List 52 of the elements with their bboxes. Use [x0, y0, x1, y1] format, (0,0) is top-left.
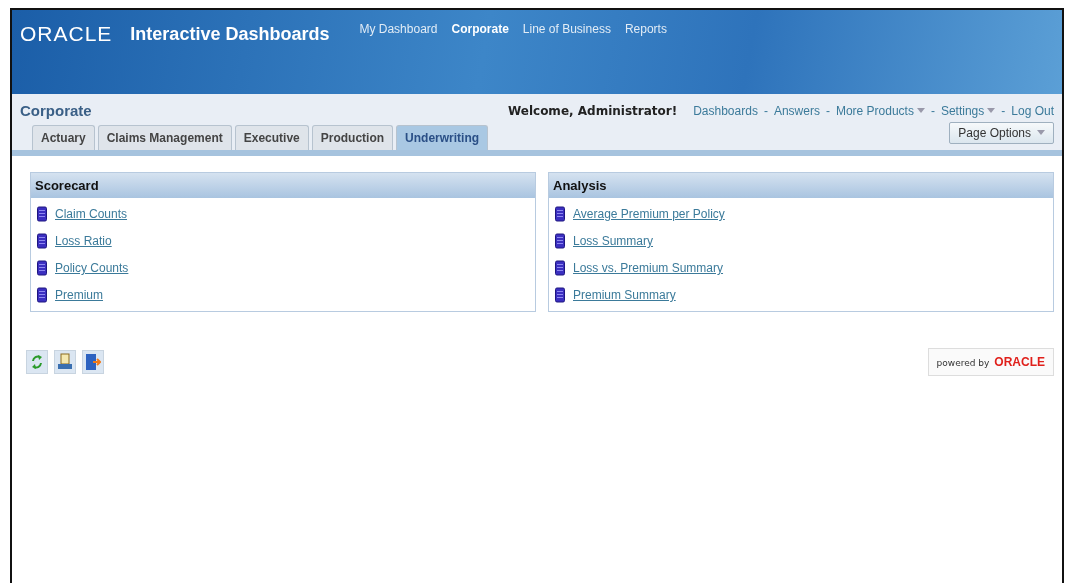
refresh-icon [31, 354, 43, 370]
refresh-button[interactable] [26, 350, 48, 374]
report-icon [37, 260, 47, 276]
dashboard-tab[interactable]: Actuary [32, 125, 95, 150]
report-icon [555, 287, 565, 303]
header-link[interactable]: Settings [940, 103, 996, 118]
caret-icon [1037, 130, 1045, 135]
nav-link[interactable]: Reports [624, 22, 667, 36]
separator: - [825, 103, 830, 118]
section-header: Scorecard [31, 173, 535, 198]
export-icon [85, 353, 101, 371]
oracle-logo: ORACLE [20, 22, 113, 46]
report-link[interactable]: Loss vs. Premium Summary [573, 261, 724, 275]
print-button[interactable] [54, 350, 76, 374]
separator: - [930, 103, 935, 118]
report-icon [37, 206, 47, 222]
printer-icon [57, 353, 73, 371]
report-link[interactable]: Average Premium per Policy [573, 207, 725, 221]
welcome-text: Welcome, Administrator! [507, 103, 678, 118]
report-link[interactable]: Policy Counts [55, 261, 129, 275]
dashboard-tab[interactable]: Claims Management [97, 125, 232, 150]
page-title: Corporate [20, 102, 92, 119]
report-link[interactable]: Loss Summary [573, 234, 654, 248]
header-link[interactable]: Answers [773, 103, 820, 118]
report-icon [37, 287, 47, 303]
nav-link[interactable]: My Dashboard [359, 22, 438, 36]
report-icon [555, 260, 565, 276]
caret-icon [916, 108, 925, 113]
section-header: Analysis [549, 173, 1053, 198]
oracle-logo: ORACLE [994, 355, 1045, 369]
nav-link[interactable]: Corporate [451, 22, 509, 36]
dashboard-tab[interactable]: Underwriting [396, 125, 489, 150]
caret-icon [987, 108, 996, 113]
separator: - [1001, 103, 1006, 118]
report-icon [555, 206, 565, 222]
app-title: Interactive Dashboards [130, 24, 330, 45]
report-icon [555, 233, 565, 249]
nav-link[interactable]: Line of Business [522, 22, 611, 36]
header-link[interactable]: Log Out [1011, 103, 1054, 118]
separator: - [763, 103, 768, 118]
export-button[interactable] [82, 350, 104, 374]
header-link[interactable]: More Products [835, 103, 925, 118]
page-options-button[interactable]: Page Options [949, 121, 1054, 144]
header-link[interactable]: Dashboards [693, 103, 758, 118]
report-link[interactable]: Premium Summary [573, 288, 676, 302]
report-link[interactable]: Loss Ratio [55, 234, 112, 248]
dashboard-tab[interactable]: Production [311, 125, 394, 150]
dashboard-tab[interactable]: Executive [234, 125, 309, 150]
report-link[interactable]: Claim Counts [55, 207, 128, 221]
report-link[interactable]: Premium [55, 288, 103, 302]
report-icon [37, 233, 47, 249]
powered-by-text: powered by [936, 358, 990, 368]
